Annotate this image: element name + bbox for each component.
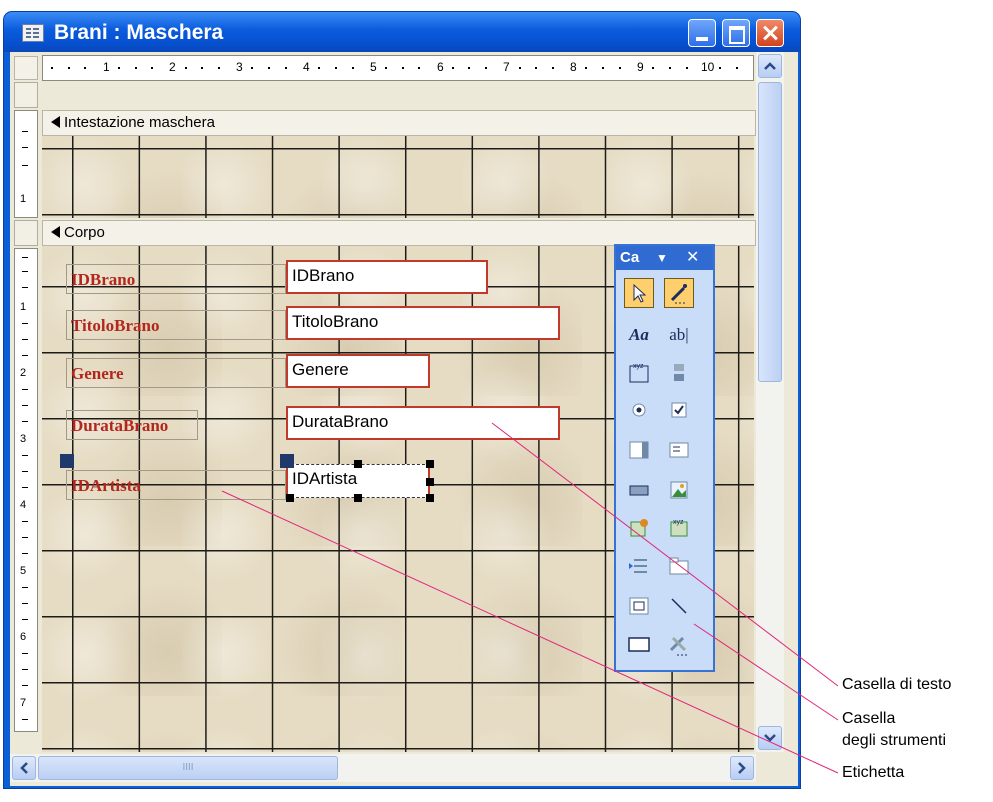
annotation-toolbox-line1: Casella bbox=[842, 710, 896, 727]
annotation-label: Etichetta bbox=[842, 764, 905, 781]
annotation-textbox: Casella di testo bbox=[842, 676, 952, 693]
annotation-toolbox-line2: degli strumenti bbox=[842, 732, 947, 749]
